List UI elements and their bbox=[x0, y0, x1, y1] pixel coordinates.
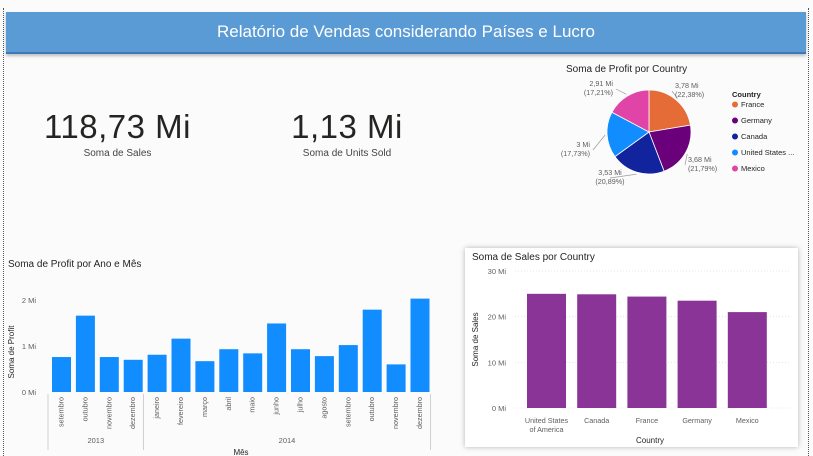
pie-leader-line bbox=[615, 88, 627, 95]
legend-item-label[interactable]: Germany bbox=[741, 116, 772, 125]
x-axis-title: Country bbox=[636, 436, 664, 445]
profit-bar[interactable] bbox=[75, 315, 95, 392]
sales-bar[interactable] bbox=[627, 296, 667, 408]
x-tick-label: France bbox=[636, 416, 658, 425]
pie-data-label: 3,78 Mi bbox=[675, 81, 699, 90]
pie-data-label: 3,68 Mi bbox=[688, 155, 712, 164]
kpi-sales-label: Soma de Sales bbox=[83, 148, 152, 159]
legend-item-label[interactable]: Canada bbox=[741, 132, 768, 141]
x-tick-label: março bbox=[200, 397, 209, 417]
x-tick-label: Mexico bbox=[736, 416, 759, 425]
legend-marker-2 bbox=[732, 117, 738, 124]
sales-bar[interactable] bbox=[527, 293, 566, 408]
kpi-card-units[interactable]: 1,13 Mi Soma de Units Sold bbox=[272, 108, 422, 159]
report-title-bar: Relatório de Vendas considerando Países … bbox=[6, 12, 806, 54]
pie-legend-title: Country bbox=[732, 90, 762, 99]
profit-bar[interactable] bbox=[99, 357, 119, 392]
profit-bar[interactable] bbox=[386, 364, 406, 392]
profit-chart-title: Soma de Profit por Ano e Mês bbox=[8, 259, 142, 270]
y-axis-title: Soma de Sales bbox=[471, 312, 480, 366]
x-tick-label: dezembro bbox=[128, 397, 137, 429]
x-tick-label: junho bbox=[272, 397, 281, 416]
pie-data-label: 2,91 Mi bbox=[589, 79, 613, 88]
pie-leader-line bbox=[592, 134, 606, 151]
pie-data-label: (17,21%) bbox=[584, 88, 613, 97]
y-tick-label: 10 Mi bbox=[488, 358, 507, 367]
pie-leader-line bbox=[684, 153, 688, 166]
x-tick-label: United States bbox=[525, 416, 569, 425]
profit-bar[interactable] bbox=[219, 349, 239, 392]
y-tick-label: 0 Mi bbox=[22, 388, 37, 397]
x-tick-label: agosto bbox=[319, 397, 328, 419]
x-tick-label: Germany bbox=[682, 416, 712, 425]
pie-chart[interactable]: 3,78 Mi(22,38%) 3,68 Mi(21,79%) 3,53 Mi(20… bbox=[470, 76, 810, 216]
x-tick-label: Canada bbox=[584, 416, 609, 425]
profit-bar[interactable] bbox=[123, 359, 143, 392]
x-tick-label: outubro bbox=[80, 397, 89, 421]
pie-data-label: (17,73%) bbox=[561, 149, 590, 158]
x-tick-label: janeiro bbox=[152, 397, 161, 420]
legend-item-label[interactable]: France bbox=[741, 100, 764, 109]
profit-bar[interactable] bbox=[52, 357, 71, 392]
y-tick-label: 1 Mi bbox=[22, 342, 37, 351]
profit-bar[interactable] bbox=[267, 323, 287, 392]
x-tick-label: outubro bbox=[367, 397, 376, 421]
profit-bar[interactable] bbox=[291, 349, 310, 392]
x-tick-label: novembro bbox=[104, 397, 113, 429]
x-tick-label: dezembro bbox=[415, 397, 424, 429]
x-tick-label: setembro bbox=[57, 397, 66, 427]
pie-data-label: (22,38%) bbox=[675, 90, 704, 99]
x-tick-label: of America bbox=[530, 425, 564, 434]
sales-bar[interactable] bbox=[677, 300, 717, 408]
legend-item-label[interactable]: Mexico bbox=[741, 164, 765, 173]
pie-data-label: (20,89%) bbox=[595, 177, 624, 186]
y-tick-label: 20 Mi bbox=[488, 313, 507, 322]
profit-bar[interactable] bbox=[362, 309, 382, 392]
x-axis-title: Mês bbox=[233, 448, 248, 456]
profit-bar[interactable] bbox=[338, 345, 358, 392]
pie-data-label: 3,53 Mi bbox=[598, 168, 622, 177]
x-tick-label: novembro bbox=[391, 397, 400, 429]
profit-bar[interactable] bbox=[195, 361, 215, 392]
kpi-sales-value: 118,73 Mi bbox=[44, 108, 191, 145]
pie-chart-title: Soma de Profit por Country bbox=[566, 64, 688, 75]
x-tick-label: fevereiro bbox=[176, 397, 185, 425]
profit-bar[interactable] bbox=[314, 356, 334, 392]
profit-bar[interactable] bbox=[171, 338, 191, 392]
pie-data-label: 3 Mi bbox=[576, 140, 590, 149]
group-label-2014: 2014 bbox=[279, 436, 296, 445]
x-tick-label: abril bbox=[224, 397, 233, 411]
profit-bar-chart[interactable]: 0 Mi 1 Mi 2 Mi Soma de Profit setembro outubr… bbox=[0, 271, 440, 456]
x-tick-label: maio bbox=[248, 397, 257, 413]
profit-bar[interactable] bbox=[243, 353, 263, 392]
sales-bar[interactable] bbox=[727, 312, 767, 408]
y-axis-title: Soma de Profit bbox=[7, 325, 16, 379]
legend-marker-5 bbox=[732, 165, 738, 172]
kpi-card-sales[interactable]: 118,73 Mi Soma de Sales bbox=[40, 108, 195, 159]
report-canvas: Relatório de Vendas considerando Países … bbox=[0, 0, 813, 456]
legend-item-label[interactable]: United States ... bbox=[741, 148, 794, 157]
y-tick-label: 2 Mi bbox=[22, 296, 37, 305]
legend-marker-4 bbox=[732, 149, 738, 156]
group-label-2013: 2013 bbox=[87, 436, 104, 445]
report-title: Relatório de Vendas considerando Países … bbox=[216, 22, 596, 41]
y-tick-label: 30 Mi bbox=[488, 267, 507, 276]
sales-bar[interactable] bbox=[577, 294, 617, 408]
sales-bar-chart[interactable]: 0 Mi 10 Mi 20 Mi 30 Mi Soma de Sales United S… bbox=[465, 258, 798, 448]
y-tick-label: 0 Mi bbox=[492, 404, 507, 413]
x-tick-label: julho bbox=[296, 397, 305, 413]
legend-marker-1 bbox=[732, 101, 738, 108]
profit-bar[interactable] bbox=[147, 354, 167, 392]
pie-data-label: (21,79%) bbox=[688, 164, 717, 173]
x-tick-label: setembro bbox=[343, 397, 352, 427]
profit-bar[interactable] bbox=[410, 298, 430, 392]
kpi-units-label: Soma de Units Sold bbox=[302, 148, 392, 159]
kpi-units-value: 1,13 Mi bbox=[291, 108, 403, 145]
legend-marker-3 bbox=[732, 133, 738, 140]
